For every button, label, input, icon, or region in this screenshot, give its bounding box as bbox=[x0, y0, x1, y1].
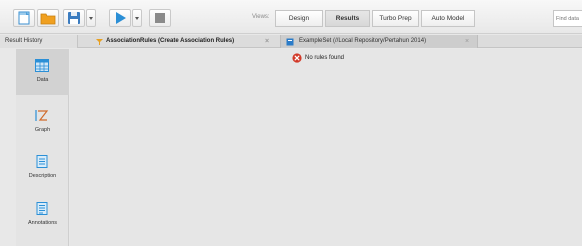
stop-process-button[interactable] bbox=[149, 9, 171, 27]
association-rules-icon bbox=[96, 39, 103, 45]
run-options-dropdown[interactable] bbox=[132, 9, 142, 27]
save-options-dropdown[interactable] bbox=[86, 9, 96, 27]
view-turbo-prep-button[interactable]: Turbo Prep bbox=[372, 10, 419, 27]
result-content-area: No rules found bbox=[70, 49, 582, 246]
open-process-button[interactable] bbox=[37, 9, 59, 27]
annotations-icon bbox=[36, 202, 48, 215]
views-label: Views: bbox=[252, 14, 270, 20]
run-process-button[interactable] bbox=[109, 9, 131, 27]
sidebar-item-label: Graph bbox=[34, 127, 51, 133]
save-process-button[interactable] bbox=[63, 9, 85, 27]
sidebar-item-label: Description bbox=[28, 173, 57, 179]
close-icon[interactable]: × bbox=[265, 35, 269, 48]
new-document-icon bbox=[18, 11, 30, 25]
folder-icon bbox=[40, 13, 56, 25]
example-set-icon bbox=[286, 38, 294, 46]
no-rules-message: No rules found bbox=[292, 52, 344, 64]
sidebar-item-annotations[interactable]: Annotations bbox=[16, 192, 69, 238]
new-process-button[interactable] bbox=[13, 9, 35, 27]
sidebar-item-label: Data bbox=[36, 77, 49, 83]
view-results-button[interactable]: Results bbox=[325, 10, 370, 27]
tab-example-set-label: ExampleSet (//Local Repository/Pertahun … bbox=[299, 38, 427, 44]
sidebar-item-data[interactable]: Data bbox=[16, 49, 69, 95]
play-icon bbox=[116, 12, 126, 24]
table-icon bbox=[35, 59, 49, 72]
tab-result-history[interactable]: Result History bbox=[0, 35, 78, 48]
tab-example-set[interactable]: ExampleSet (//Local Repository/Pertahun … bbox=[280, 35, 478, 48]
no-rules-message-text: No rules found bbox=[305, 55, 345, 61]
view-design-button[interactable]: Design bbox=[275, 10, 323, 27]
main-toolbar: Views: Design Results Turbo Prep Auto Mo… bbox=[0, 0, 582, 34]
chevron-down-icon bbox=[89, 17, 93, 20]
stop-icon bbox=[155, 13, 165, 23]
sidebar-item-label: Annotations bbox=[27, 220, 58, 226]
tab-association-rules-label: AssociationRules (Create Association Rul… bbox=[106, 38, 235, 44]
find-data-input[interactable] bbox=[553, 10, 582, 27]
error-icon bbox=[292, 53, 302, 63]
chevron-down-icon bbox=[135, 17, 139, 20]
view-auto-model-button[interactable]: Auto Model bbox=[421, 10, 475, 27]
result-tab-bar: Result History AssociationRules (Create … bbox=[0, 35, 582, 48]
floppy-disk-icon bbox=[68, 12, 80, 24]
description-icon bbox=[36, 155, 48, 168]
sidebar-item-graph[interactable]: Graph bbox=[16, 99, 69, 145]
tab-association-rules[interactable]: AssociationRules (Create Association Rul… bbox=[90, 35, 278, 48]
close-icon[interactable]: × bbox=[465, 35, 469, 48]
sidebar-item-description[interactable]: Description bbox=[16, 145, 69, 191]
graph-icon bbox=[35, 110, 49, 121]
result-view-sidebar: Data Graph Description Annotations bbox=[16, 49, 69, 246]
